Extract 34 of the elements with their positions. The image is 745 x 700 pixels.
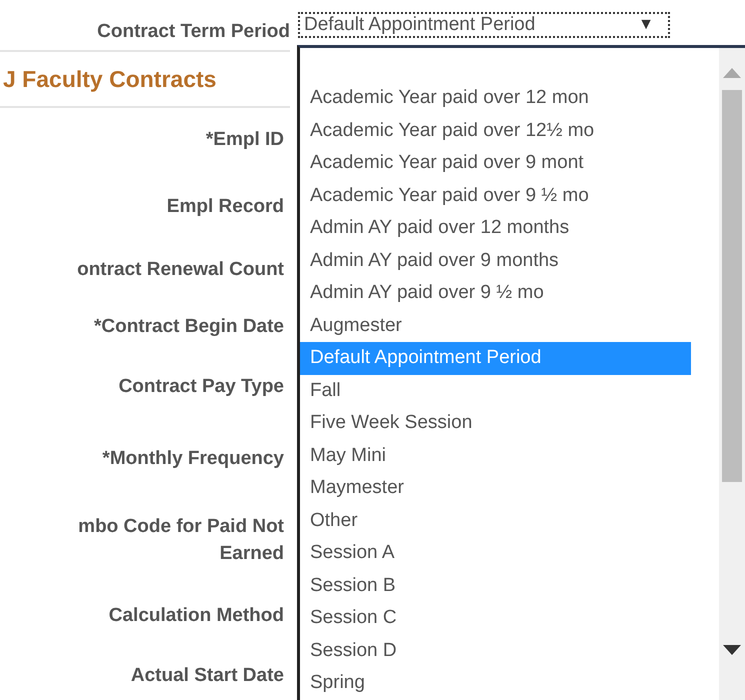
dropdown-option[interactable]: Academic Year paid over 12½ mo <box>300 114 691 147</box>
scroll-thumb[interactable] <box>722 90 742 482</box>
field-label: Actual Start Date <box>130 664 285 686</box>
field-label: Contract Pay Type <box>118 376 285 398</box>
dropdown-option[interactable]: Fall <box>300 374 691 407</box>
field-label: ontract Renewal Count <box>77 259 285 281</box>
dropdown-option[interactable]: Augmester <box>300 310 691 342</box>
field-label: mbo Code for Paid Not Earned <box>77 515 285 566</box>
dropdown-option[interactable]: May Mini <box>300 440 691 472</box>
dropdown-option[interactable]: Academic Year paid over 9 mont <box>300 147 691 180</box>
dropdown-option[interactable]: Session C <box>300 602 691 634</box>
field-label: *Monthly Frequency <box>102 448 285 470</box>
term-period-select[interactable]: Default Appointment Period ▼ <box>298 12 670 38</box>
dropdown-option[interactable]: Admin AY paid over 9 ½ mo <box>300 277 691 310</box>
dropdown-option[interactable]: Academic Year paid over 12 mon <box>300 82 691 114</box>
dropdown-option[interactable]: Session A <box>300 537 691 570</box>
dropdown-option[interactable]: Academic Year paid over 9 ½ mo <box>300 180 691 212</box>
dropdown-option[interactable]: Session D <box>300 634 691 667</box>
field-label: Calculation Method <box>108 605 285 627</box>
dropdown-option[interactable]: Maymester <box>300 472 691 504</box>
field-label: Empl Record <box>166 196 285 218</box>
dropdown-option[interactable]: Session B <box>300 570 691 602</box>
dropdown-option[interactable]: Admin AY paid over 9 months <box>300 244 691 277</box>
scrollbar[interactable] <box>719 48 745 700</box>
dropdown-option[interactable]: Admin AY paid over 12 months <box>300 212 691 244</box>
field-label: Contract Term Period <box>96 20 290 43</box>
dropdown-option[interactable]: Other <box>300 504 691 537</box>
dropdown-option[interactable]: Five Week Session <box>300 407 691 440</box>
section-header: J Faculty Contracts <box>0 50 290 108</box>
scroll-up-icon[interactable] <box>723 68 741 78</box>
dropdown-option[interactable]: Spring <box>300 667 691 700</box>
field-label: *Contract Begin Date <box>94 316 285 338</box>
scroll-down-icon[interactable] <box>723 645 741 655</box>
field-label: *Empl ID <box>206 129 285 151</box>
